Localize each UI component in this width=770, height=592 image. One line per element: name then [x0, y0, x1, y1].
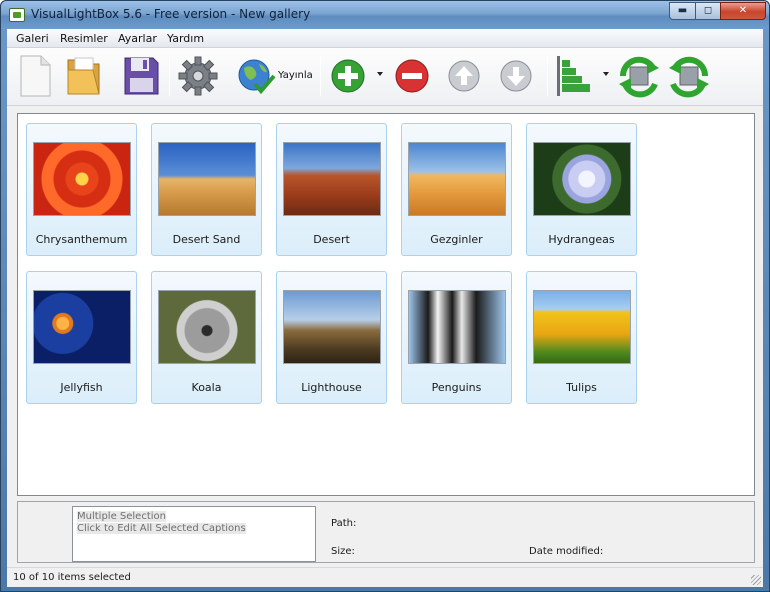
thumbnail-desert-sand[interactable] — [158, 142, 256, 216]
gallery-item[interactable]: Jellyfish — [26, 271, 137, 404]
thumbnail-desert[interactable] — [283, 142, 381, 216]
thumbnail-lighthouse[interactable] — [283, 290, 381, 364]
thumbnail-tulips[interactable] — [533, 290, 631, 364]
client-area: Galeri Resimler Ayarlar Yardım Yayınla C… — [7, 29, 763, 587]
caption-edit-box[interactable]: Multiple Selection Click to Edit All Sel… — [72, 506, 316, 562]
toolbar: Yayınla — [7, 48, 763, 106]
thumbnail-jellyfish[interactable] — [33, 290, 131, 364]
publish-globe-icon[interactable] — [235, 54, 277, 98]
rotate-left-icon[interactable] — [617, 54, 661, 98]
size-label: Size: — [331, 546, 355, 557]
app-logo-icon — [9, 8, 25, 22]
move-up-icon[interactable] — [445, 54, 483, 98]
toolbar-separator — [547, 56, 548, 96]
gallery-item[interactable]: Tulips — [526, 271, 637, 404]
window-title: VisualLightBox 5.6 - Free version - New … — [31, 7, 311, 21]
details-panel: Multiple Selection Click to Edit All Sel… — [17, 501, 755, 563]
item-caption: Koala — [191, 381, 222, 394]
new-file-icon[interactable] — [17, 54, 53, 98]
item-caption: Desert — [313, 233, 350, 246]
menu-bar: Galeri Resimler Ayarlar Yardım — [7, 29, 763, 48]
thumbnail-chrysanthemum[interactable] — [33, 142, 131, 216]
status-bar: 10 of 10 items selected — [7, 567, 763, 587]
toolbar-separator — [320, 56, 321, 96]
gallery-item[interactable]: Desert — [276, 123, 387, 256]
settings-gear-icon[interactable] — [177, 54, 219, 98]
add-dropdown-caret-icon[interactable] — [377, 72, 383, 76]
gallery-item[interactable]: Koala — [151, 271, 262, 404]
rotate-right-icon[interactable] — [667, 54, 711, 98]
move-down-icon[interactable] — [497, 54, 535, 98]
close-button[interactable]: ✕ — [720, 2, 766, 20]
resize-grip-icon[interactable] — [751, 575, 761, 585]
thumbnail-hydrangeas[interactable] — [533, 142, 631, 216]
item-caption: Lighthouse — [301, 381, 362, 394]
publish-label[interactable]: Yayınla — [278, 70, 313, 81]
menu-galeri[interactable]: Galeri — [16, 32, 49, 45]
minimize-button[interactable]: ▬ — [669, 2, 696, 20]
thumbnail-koala[interactable] — [158, 290, 256, 364]
gallery-item[interactable]: Hydrangeas — [526, 123, 637, 256]
add-icon[interactable] — [329, 54, 367, 98]
app-window: VisualLightBox 5.6 - Free version - New … — [0, 0, 770, 592]
caption-line-2: Click to Edit All Selected Captions — [77, 523, 246, 534]
sort-icon[interactable] — [555, 54, 595, 98]
item-caption: Desert Sand — [172, 233, 241, 246]
gallery-item[interactable]: Penguins — [401, 271, 512, 404]
item-caption: Penguins — [431, 381, 482, 394]
gallery-item[interactable]: Desert Sand — [151, 123, 262, 256]
gallery-item[interactable]: Gezginler — [401, 123, 512, 256]
thumbnail-gezginler[interactable] — [408, 142, 506, 216]
sort-dropdown-caret-icon[interactable] — [603, 72, 609, 76]
maximize-button[interactable]: ◻ — [695, 2, 721, 20]
item-caption: Jellyfish — [60, 381, 103, 394]
toolbar-separator — [169, 56, 170, 96]
path-label: Path: — [331, 518, 357, 529]
gallery-grid[interactable]: Chrysanthemum Desert Sand Desert Gezginl… — [17, 113, 755, 496]
gallery-item[interactable]: Lighthouse — [276, 271, 387, 404]
title-bar[interactable]: VisualLightBox 5.6 - Free version - New … — [1, 1, 769, 29]
item-caption: Hydrangeas — [548, 233, 615, 246]
thumbnail-penguins[interactable] — [408, 290, 506, 364]
item-caption: Gezginler — [430, 233, 483, 246]
gallery-item[interactable]: Chrysanthemum — [26, 123, 137, 256]
status-text: 10 of 10 items selected — [13, 572, 131, 583]
item-caption: Chrysanthemum — [35, 233, 128, 246]
remove-icon[interactable] — [393, 54, 431, 98]
open-folder-icon[interactable] — [65, 54, 105, 98]
caption-line-1: Multiple Selection — [77, 511, 166, 522]
date-modified-label: Date modified: — [529, 546, 604, 557]
menu-resimler[interactable]: Resimler — [60, 32, 108, 45]
save-disk-icon[interactable] — [121, 54, 161, 98]
item-caption: Tulips — [566, 381, 597, 394]
menu-ayarlar[interactable]: Ayarlar — [118, 32, 157, 45]
menu-yardim[interactable]: Yardım — [167, 32, 204, 45]
